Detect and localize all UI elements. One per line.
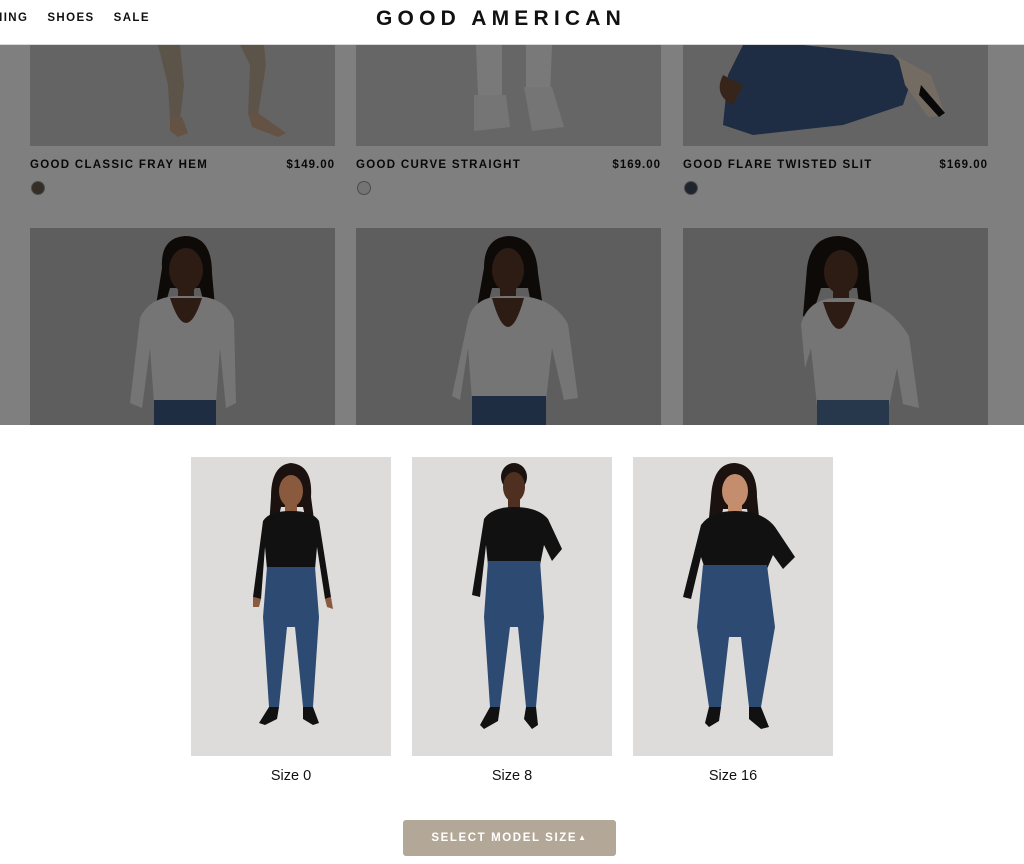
nav-item-clothing[interactable]: HING xyxy=(0,12,28,24)
nav-item-sale[interactable]: SALE xyxy=(114,12,150,24)
select-model-size-button[interactable]: SELECT MODEL SIZE▲ xyxy=(403,820,616,856)
model-size-panel: Size 0 Size 8 Size 16 SELECT MODEL SIZE▲ xyxy=(0,425,1024,864)
model-card[interactable]: Size 8 xyxy=(412,457,612,784)
site-header: HING SHOES SALE GOOD AMERICAN xyxy=(0,0,1024,45)
model-photo[interactable] xyxy=(191,457,391,756)
model-photo[interactable] xyxy=(412,457,612,756)
caret-up-icon: ▲ xyxy=(578,833,588,843)
product-grid: GOOD CLASSIC FRAY HEM $149.00 GOOD CURVE… xyxy=(0,45,1024,425)
model-card[interactable]: Size 0 xyxy=(191,457,391,784)
main-nav: HING SHOES SALE xyxy=(0,12,169,24)
model-card[interactable]: Size 16 xyxy=(633,457,833,784)
select-model-size-label: SELECT MODEL SIZE xyxy=(431,831,578,844)
model-size-label: Size 16 xyxy=(708,768,758,784)
brand-logo[interactable]: GOOD AMERICAN xyxy=(376,7,626,31)
model-size-label: Size 8 xyxy=(491,768,533,784)
modal-overlay[interactable] xyxy=(0,45,1024,425)
nav-item-shoes[interactable]: SHOES xyxy=(47,12,94,24)
model-photo[interactable] xyxy=(633,457,833,756)
model-size-label: Size 0 xyxy=(270,768,312,784)
